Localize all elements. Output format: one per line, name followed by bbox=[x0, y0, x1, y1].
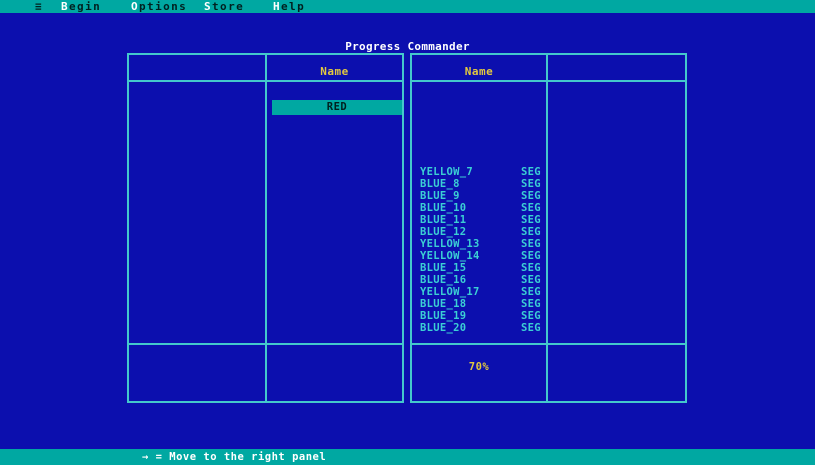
progress-percentage: 70% bbox=[412, 360, 546, 374]
right-panel-header-separator bbox=[412, 80, 685, 82]
left-panel-header-separator bbox=[129, 80, 402, 82]
hamburger-menu-icon[interactable]: ≡ bbox=[35, 0, 43, 13]
menu-hotkey: O bbox=[131, 0, 139, 13]
file-ext: SEG bbox=[521, 214, 541, 226]
file-row[interactable]: YELLOW_17 SEG bbox=[412, 286, 546, 298]
file-list: YELLOW_7 SEG BLUE_8 SEG BLUE_9 SEG BLUE_10 S… bbox=[412, 166, 546, 334]
left-panel-status-separator bbox=[129, 343, 402, 345]
menu-label: egin bbox=[69, 0, 101, 13]
right-panel-column-divider bbox=[546, 55, 548, 401]
menu-hotkey: S bbox=[204, 0, 212, 13]
file-ext: SEG bbox=[521, 202, 541, 214]
file-name: YELLOW_7 bbox=[420, 166, 473, 178]
file-row[interactable]: BLUE_9 SEG bbox=[412, 190, 546, 202]
menu-item-begin[interactable]: Begin bbox=[61, 0, 101, 13]
file-row[interactable]: BLUE_10 SEG bbox=[412, 202, 546, 214]
file-ext: SEG bbox=[521, 190, 541, 202]
menu-bar: ≡ Begin Options Store Help bbox=[0, 0, 815, 13]
menu-item-help[interactable]: Help bbox=[273, 0, 305, 13]
file-ext: SEG bbox=[521, 238, 541, 250]
file-row[interactable]: BLUE_11 SEG bbox=[412, 214, 546, 226]
file-ext: SEG bbox=[521, 262, 541, 274]
file-row[interactable]: YELLOW_14 SEG bbox=[412, 250, 546, 262]
file-name: BLUE_8 bbox=[420, 178, 460, 190]
file-ext: SEG bbox=[521, 298, 541, 310]
left-panel: Name RED bbox=[127, 53, 404, 403]
file-ext: SEG bbox=[521, 226, 541, 238]
file-row[interactable]: BLUE_20 SEG bbox=[412, 322, 546, 334]
file-name: BLUE_11 bbox=[420, 214, 466, 226]
menu-label: ptions bbox=[139, 0, 187, 13]
file-row[interactable]: BLUE_16 SEG bbox=[412, 274, 546, 286]
file-name: YELLOW_13 bbox=[420, 238, 480, 250]
menu-item-store[interactable]: Store bbox=[204, 0, 244, 13]
right-panel-name-header: Name bbox=[412, 65, 546, 79]
file-ext: SEG bbox=[521, 250, 541, 262]
file-row[interactable]: BLUE_19 SEG bbox=[412, 310, 546, 322]
file-row[interactable]: BLUE_15 SEG bbox=[412, 262, 546, 274]
right-panel: Name YELLOW_7 SEG BLUE_8 SEG BLUE_9 SEG BLU… bbox=[410, 53, 687, 403]
left-panel-name-header: Name bbox=[267, 65, 402, 79]
file-ext: SEG bbox=[521, 322, 541, 334]
status-hint: → = Move to the right panel bbox=[142, 449, 326, 465]
menu-item-options[interactable]: Options bbox=[131, 0, 187, 13]
file-ext: SEG bbox=[521, 178, 541, 190]
file-name: BLUE_18 bbox=[420, 298, 466, 310]
file-name: YELLOW_14 bbox=[420, 250, 480, 262]
file-row[interactable]: BLUE_18 SEG bbox=[412, 298, 546, 310]
file-row[interactable]: YELLOW_7 SEG bbox=[412, 166, 546, 178]
file-name: BLUE_19 bbox=[420, 310, 466, 322]
file-name: BLUE_20 bbox=[420, 322, 466, 334]
page-title: Progress Commander bbox=[127, 41, 688, 53]
screen: ≡ Begin Options Store Help Progress Comm… bbox=[0, 0, 815, 465]
file-ext: SEG bbox=[521, 274, 541, 286]
menu-label: elp bbox=[281, 0, 305, 13]
file-name: BLUE_16 bbox=[420, 274, 466, 286]
left-panel-column-divider bbox=[265, 55, 267, 401]
status-bar: → = Move to the right panel bbox=[0, 449, 815, 465]
menu-hotkey: H bbox=[273, 0, 281, 13]
file-ext: SEG bbox=[521, 166, 541, 178]
file-name: YELLOW_17 bbox=[420, 286, 480, 298]
menu-label: tore bbox=[212, 0, 244, 13]
file-name: BLUE_12 bbox=[420, 226, 466, 238]
file-name: BLUE_15 bbox=[420, 262, 466, 274]
menu-hotkey: B bbox=[61, 0, 69, 13]
file-row[interactable]: YELLOW_13 SEG bbox=[412, 238, 546, 250]
file-ext: SEG bbox=[521, 310, 541, 322]
file-name: BLUE_10 bbox=[420, 202, 466, 214]
file-name: BLUE_9 bbox=[420, 190, 460, 202]
selected-file-red[interactable]: RED bbox=[272, 100, 402, 115]
file-row[interactable]: BLUE_12 SEG bbox=[412, 226, 546, 238]
file-row[interactable]: BLUE_8 SEG bbox=[412, 178, 546, 190]
right-panel-status-separator bbox=[412, 343, 685, 345]
file-ext: SEG bbox=[521, 286, 541, 298]
